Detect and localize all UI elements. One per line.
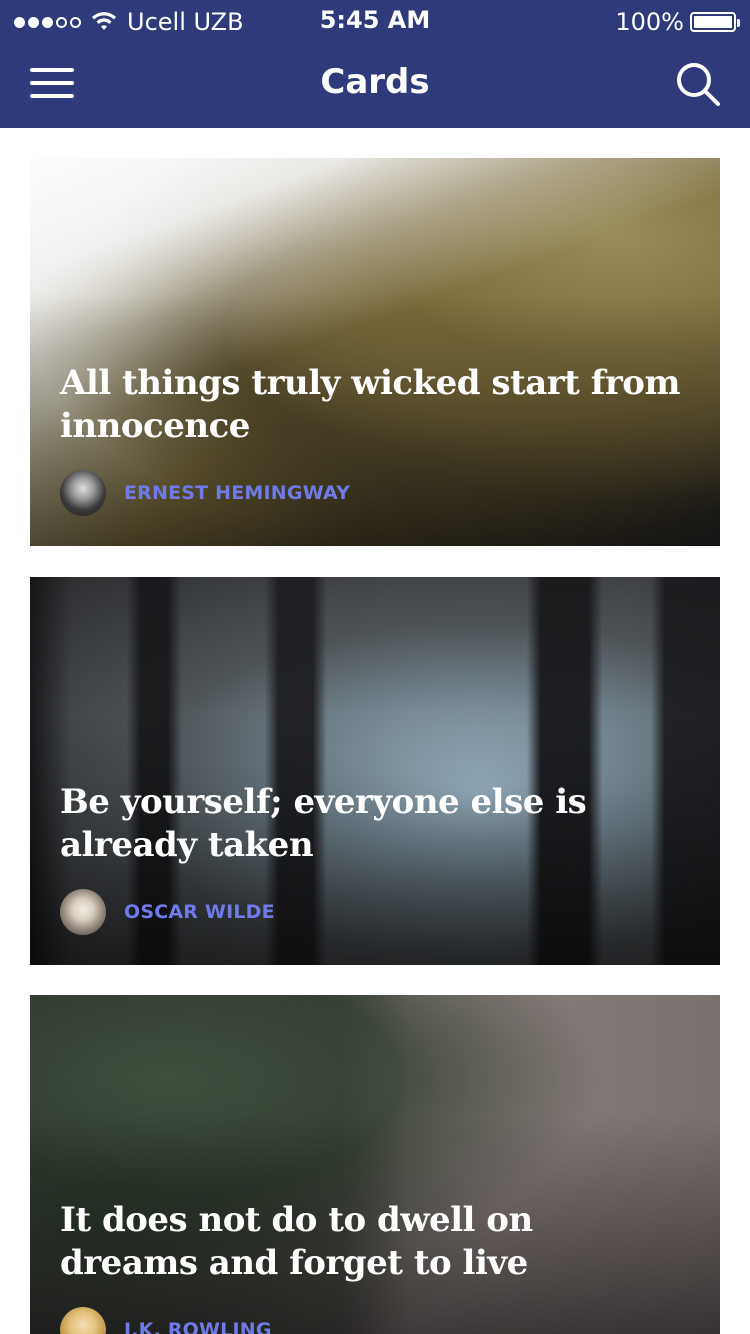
battery-icon: [690, 12, 740, 32]
quote-card[interactable]: All things truly wicked start from innoc…: [30, 158, 720, 546]
author-name: ERNEST HEMINGWAY: [124, 482, 351, 504]
card-quote: It does not do to dwell on dreams and fo…: [60, 1200, 533, 1283]
avatar: [60, 889, 106, 935]
card-author: ERNEST HEMINGWAY: [60, 470, 350, 516]
card-author: OSCAR WILDE: [60, 889, 275, 935]
status-right: 100%: [615, 6, 740, 38]
quote-card[interactable]: Be yourself; everyone else is already ta…: [30, 577, 720, 965]
avatar: [60, 1307, 106, 1334]
quote-card[interactable]: It does not do to dwell on dreams and fo…: [30, 995, 720, 1334]
page-title: Cards: [320, 62, 430, 102]
search-icon[interactable]: [674, 60, 722, 108]
card-quote: Be yourself; everyone else is already ta…: [60, 782, 587, 865]
battery-percent: 100%: [615, 8, 684, 36]
card-author: J.K. ROWLING: [60, 1307, 272, 1334]
navigation-bar: Cards: [0, 44, 750, 128]
status-bar: Ucell UZB 5:45 AM 100%: [0, 0, 750, 44]
author-name: OSCAR WILDE: [124, 901, 275, 923]
author-name: J.K. ROWLING: [124, 1319, 272, 1334]
app-header: Ucell UZB 5:45 AM 100% Cards: [0, 0, 750, 128]
card-quote: All things truly wicked start from innoc…: [60, 363, 680, 446]
avatar: [60, 470, 106, 516]
